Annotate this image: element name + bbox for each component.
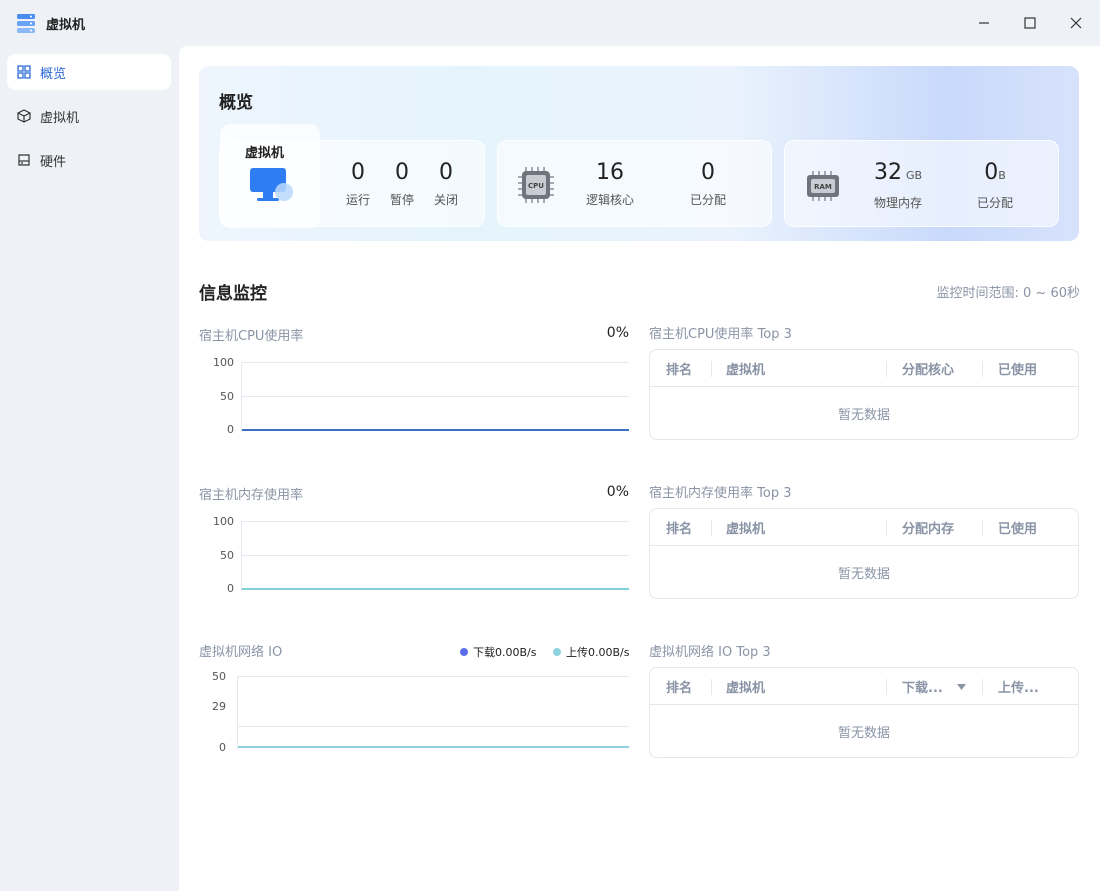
window-title: 虚拟机 [46, 18, 86, 33]
y-tick: 0 [227, 582, 234, 595]
column-header-rank[interactable]: 排名 [666, 668, 692, 705]
sidebar-item-label: 虚拟机 [40, 110, 80, 126]
mem-usage-value: 0% [606, 484, 629, 500]
maximize-icon [1024, 17, 1036, 29]
column-header-download[interactable]: 下载... [902, 668, 966, 705]
y-tick: 100 [213, 356, 234, 369]
overview-panel: 概览 虚拟机 0 运行 0 暂停 0 关闭 CPU 16 逻辑核心 0 已分配 … [199, 66, 1079, 241]
monitor-icon [250, 168, 293, 201]
ram-summary-card: RAM 32 GB 物理内存 0B 已分配 [784, 140, 1059, 227]
y-tick: 100 [213, 515, 234, 528]
sidebar-item-vm[interactable]: 虚拟机 [7, 98, 171, 134]
cpu-top3-title: 宿主机CPU使用率 Top 3 [649, 327, 792, 342]
column-header-upload[interactable]: 上传... [998, 668, 1039, 705]
column-header-memory[interactable]: 分配内存 [902, 509, 954, 546]
monitor-section-title: 信息监控 [199, 284, 267, 304]
legend-upload: 上传0.00B/s [553, 644, 629, 660]
minimize-button[interactable] [964, 8, 1004, 38]
y-tick: 50 [220, 390, 234, 403]
empty-placeholder: 暂无数据 [837, 407, 890, 423]
net-chart-title: 虚拟机网络 IO [199, 645, 283, 660]
cpu-chip-icon: CPU [518, 167, 554, 203]
sidebar: 概览 虚拟机 硬件 [0, 46, 179, 891]
y-tick: 0 [219, 741, 226, 754]
drive-icon [18, 154, 30, 166]
maximize-button[interactable] [1010, 8, 1050, 38]
mem-top3-table: 排名 虚拟机 分配内存 已使用 暂无数据 [649, 508, 1079, 599]
mem-usage-chart [241, 521, 629, 591]
net-top3-title: 虚拟机网络 IO Top 3 [649, 645, 771, 660]
ram-memory-stat: 32 GB 物理内存 [873, 160, 923, 210]
y-tick: 29 [212, 700, 226, 713]
net-io-chart [237, 676, 629, 749]
legend-dot-upload [553, 648, 561, 656]
y-tick: 0 [227, 423, 234, 436]
cpu-cores-stat: 16 逻辑核心 [585, 160, 634, 207]
overview-title: 概览 [219, 93, 253, 113]
sidebar-item-hardware[interactable]: 硬件 [7, 142, 171, 178]
cpu-usage-chart [241, 362, 629, 432]
net-top3-table: 排名 虚拟机 下载... 上传... 暂无数据 [649, 667, 1079, 758]
title-bar: 虚拟机 [0, 0, 1100, 46]
ram-chip-label: RAM [814, 183, 832, 191]
vm-summary-card: 虚拟机 0 运行 0 暂停 0 关闭 [219, 124, 485, 228]
column-header-vm[interactable]: 虚拟机 [726, 350, 765, 387]
column-header-used[interactable]: 已使用 [998, 350, 1037, 387]
minimize-icon [979, 22, 989, 24]
vm-card-label: 虚拟机 [245, 146, 285, 161]
server-app-icon [17, 14, 35, 33]
ram-allocated-stat: 0B 已分配 [976, 160, 1013, 210]
sidebar-item-label: 硬件 [40, 154, 67, 170]
cpu-chip-label: CPU [528, 182, 544, 190]
cpu-summary-card: CPU 16 逻辑核心 0 已分配 [497, 140, 772, 227]
column-header-rank[interactable]: 排名 [666, 509, 692, 546]
y-tick: 50 [220, 549, 234, 562]
cpu-allocated-stat: 0 已分配 [689, 160, 726, 207]
vm-running-stat: 0 运行 [345, 160, 370, 207]
legend-dot-download [460, 648, 468, 656]
grid-icon [17, 65, 31, 79]
ram-chip-icon: RAM [807, 171, 839, 201]
column-header-cores[interactable]: 分配核心 [902, 350, 954, 387]
cpu-top3-table: 排名 虚拟机 分配核心 已使用 暂无数据 [649, 349, 1079, 440]
sidebar-item-label: 概览 [40, 66, 67, 82]
empty-placeholder: 暂无数据 [837, 725, 890, 741]
cpu-usage-value: 0% [606, 325, 629, 341]
sidebar-item-overview[interactable]: 概览 [7, 54, 171, 90]
column-header-vm[interactable]: 虚拟机 [726, 509, 765, 546]
sort-down-icon[interactable] [956, 683, 966, 690]
cpu-chart-title: 宿主机CPU使用率 [199, 329, 304, 344]
y-tick: 50 [212, 670, 226, 683]
close-icon [1070, 17, 1082, 29]
main-content: 概览 虚拟机 0 运行 0 暂停 0 关闭 CPU 16 逻辑核心 0 已分配 … [179, 46, 1100, 891]
vm-off-stat: 0 关闭 [433, 160, 458, 207]
mem-top3-title: 宿主机内存使用率 Top 3 [649, 486, 792, 501]
empty-placeholder: 暂无数据 [837, 566, 890, 582]
cube-icon [17, 109, 31, 123]
mem-chart-title: 宿主机内存使用率 [199, 488, 304, 503]
legend-download: 下载0.00B/s [460, 644, 536, 660]
column-header-used[interactable]: 已使用 [998, 509, 1037, 546]
column-header-vm[interactable]: 虚拟机 [726, 668, 765, 705]
close-button[interactable] [1056, 8, 1096, 38]
vm-paused-stat: 0 暂停 [389, 160, 414, 207]
monitor-time-range: 监控时间范围: 0 ~ 60秒 [936, 286, 1080, 301]
vm-tab: 虚拟机 [220, 124, 320, 228]
column-header-rank[interactable]: 排名 [666, 350, 692, 387]
